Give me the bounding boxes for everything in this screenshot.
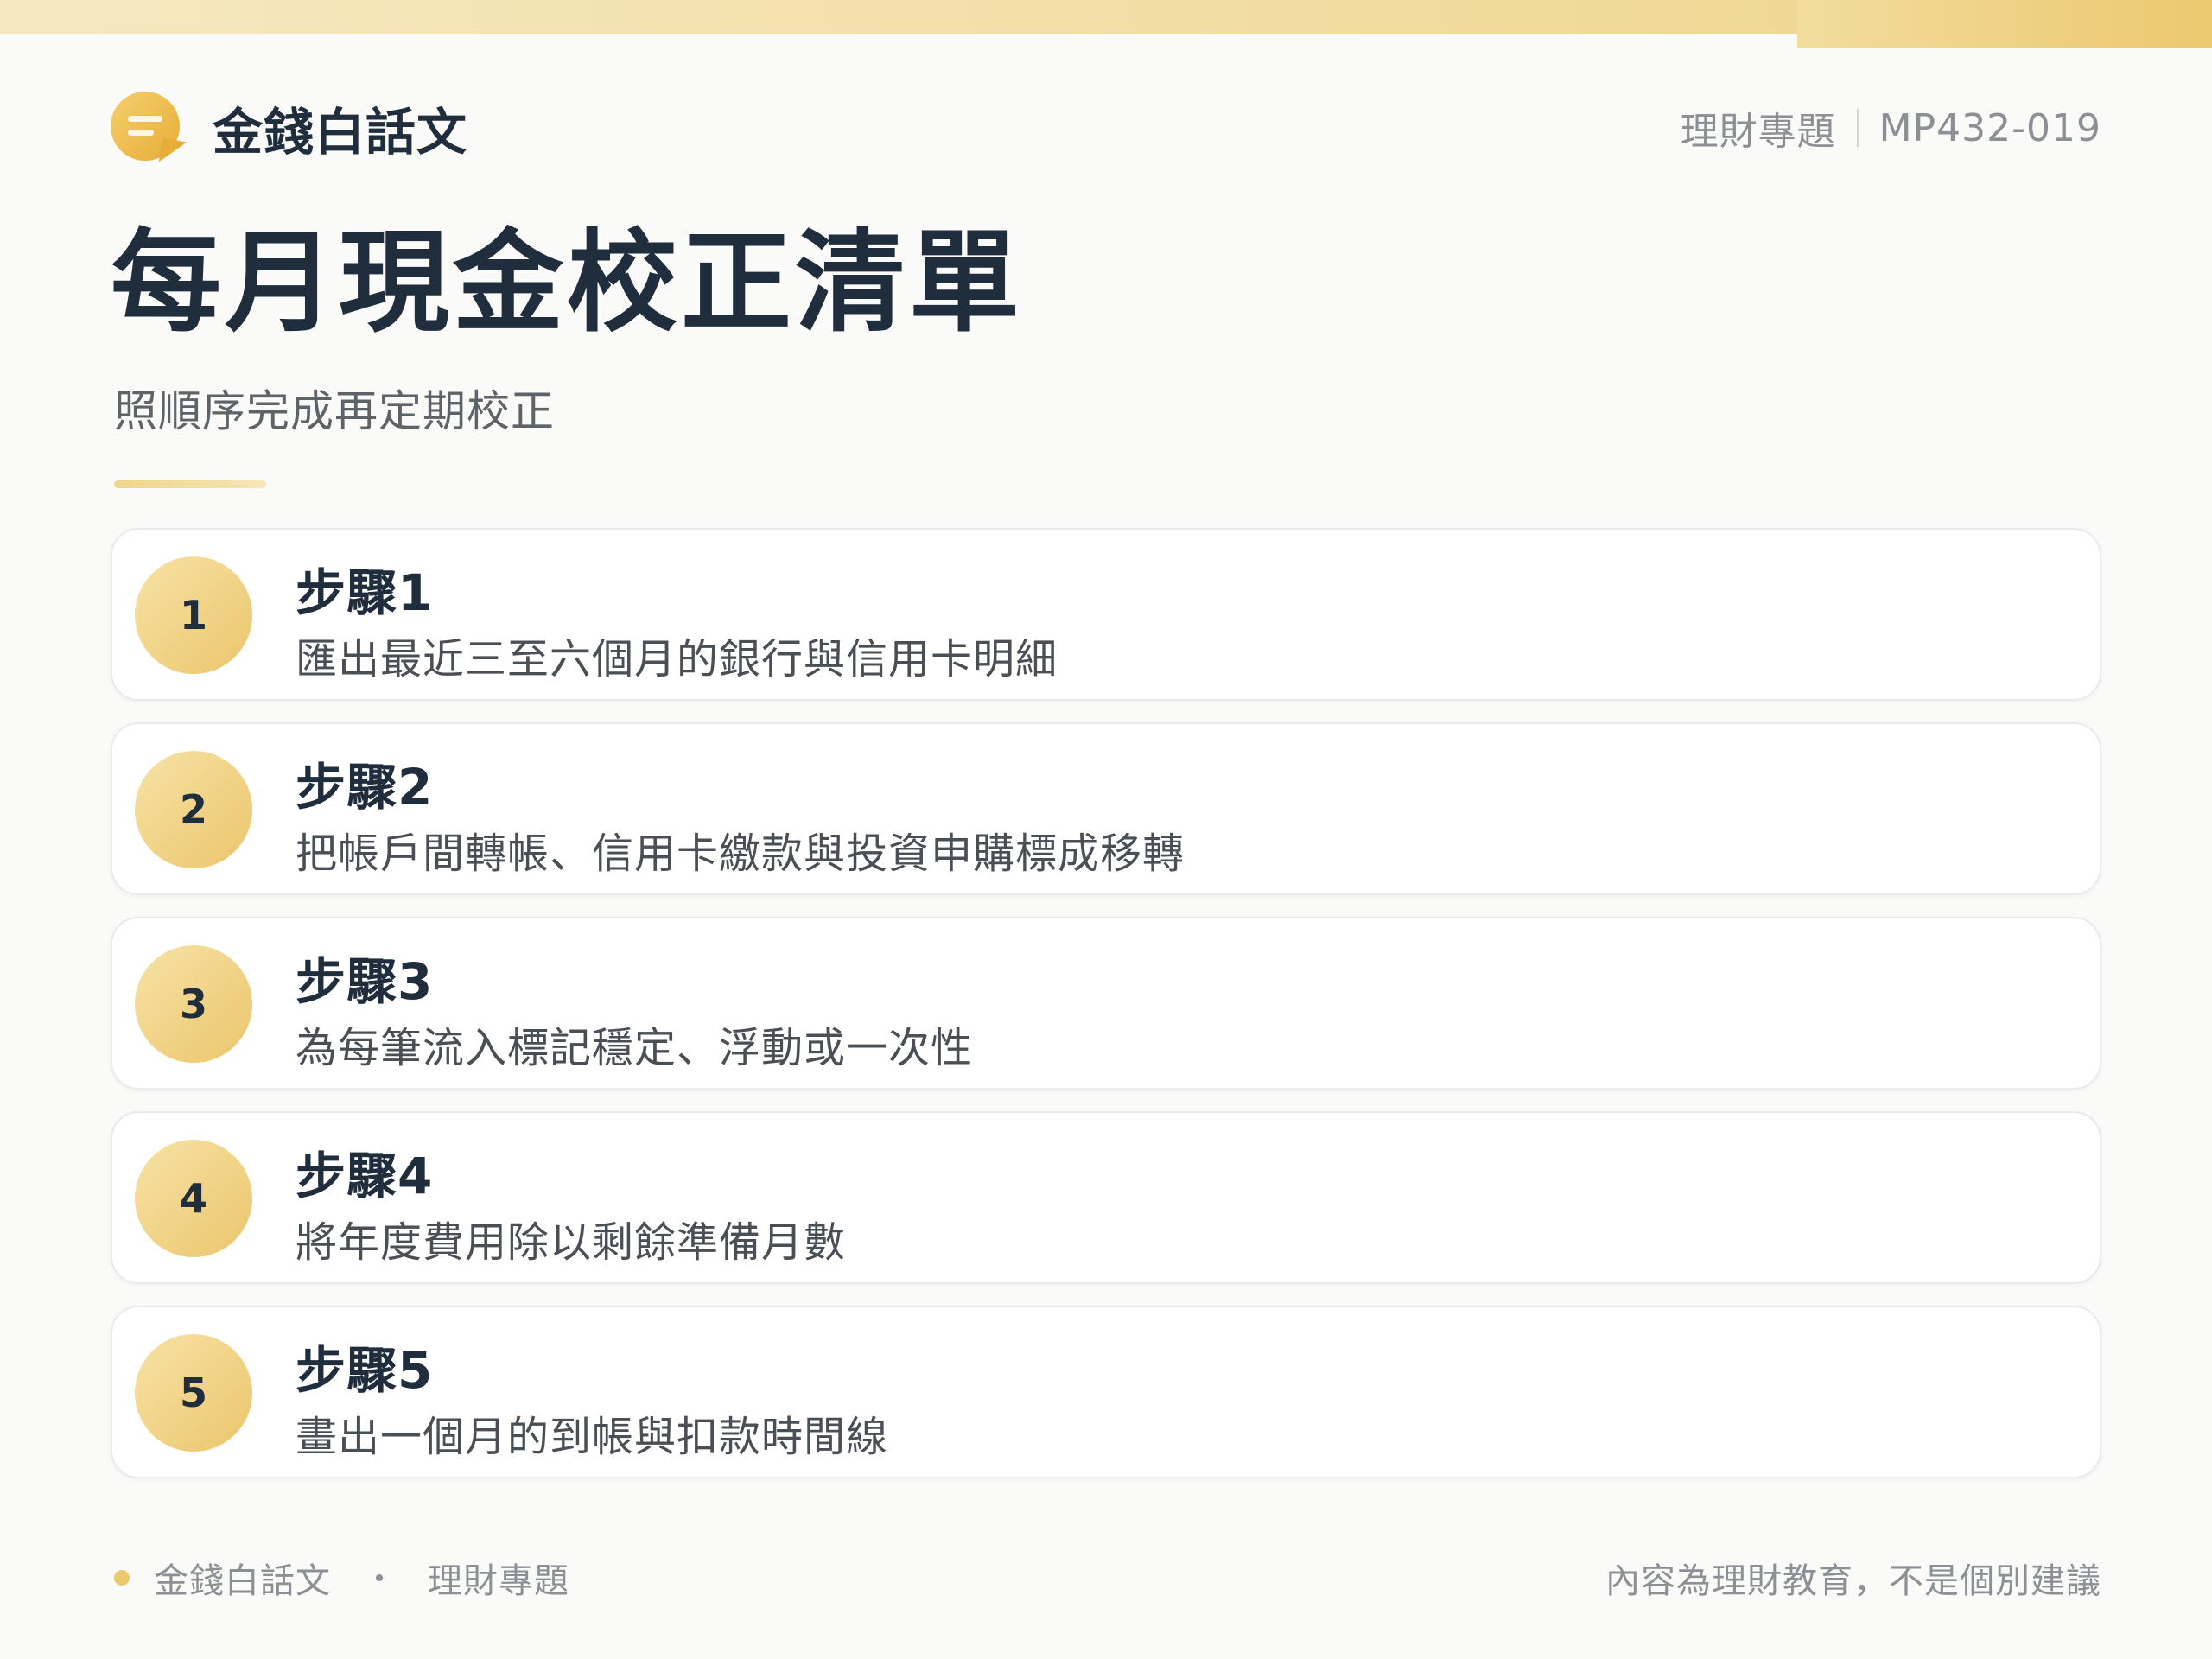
footer-disclaimer: 內容為理財教育，不是個別建議 — [1605, 1561, 2101, 1601]
step-number-badge: 5 — [135, 1334, 252, 1452]
step-card: 3 步驟3 為每筆流入標記穩定、浮動或一次性 — [111, 917, 2101, 1090]
footer-left: 金錢白話文 理財專題 — [114, 1553, 569, 1603]
steps-list: 1 步驟1 匯出最近三至六個月的銀行與信用卡明細 2 步驟2 把帳戶間轉帳、信用… — [111, 528, 2101, 1500]
header-divider — [1856, 109, 1859, 147]
step-title: 步驟1 — [296, 563, 434, 622]
page-header: 金錢白話文 理財專題 MP432-019 — [111, 92, 2101, 167]
footer-brand: 金錢白話文 — [154, 1561, 331, 1601]
step-number-badge: 2 — [135, 751, 252, 868]
footer-bullet-icon — [376, 1574, 383, 1581]
header-meta: 理財專題 MP432-019 — [1681, 100, 2101, 156]
page-subtitle: 照順序完成再定期校正 — [114, 386, 555, 436]
chat-bubble-icon — [111, 92, 188, 167]
page-footer: 金錢白話文 理財專題 內容為理財教育，不是個別建議 — [114, 1552, 2101, 1604]
step-description: 將年度費用除以剩餘準備月數 — [296, 1218, 847, 1267]
footer-category: 理財專題 — [428, 1561, 569, 1601]
step-description: 畫出一個月的到帳與扣款時間線 — [296, 1413, 889, 1461]
header-category: 理財專題 — [1680, 110, 1836, 154]
footer-dot-icon — [114, 1570, 130, 1586]
brand-name: 金錢白話文 — [213, 103, 468, 162]
step-title: 步驟2 — [296, 758, 434, 817]
step-title: 步驟4 — [296, 1147, 434, 1205]
step-number-badge: 3 — [135, 945, 252, 1063]
header-code: MP432-019 — [1878, 105, 2101, 150]
step-title: 步驟3 — [296, 952, 434, 1011]
step-title: 步驟5 — [296, 1341, 434, 1400]
step-number-badge: 4 — [135, 1140, 252, 1257]
brand: 金錢白話文 — [111, 92, 468, 167]
step-card: 5 步驟5 畫出一個月的到帳與扣款時間線 — [111, 1306, 2101, 1478]
step-card: 2 步驟2 把帳戶間轉帳、信用卡繳款與投資申購標成移轉 — [111, 722, 2101, 895]
step-card: 4 步驟4 將年度費用除以剩餘準備月數 — [111, 1111, 2101, 1284]
step-card: 1 步驟1 匯出最近三至六個月的銀行與信用卡明細 — [111, 528, 2101, 701]
step-description: 把帳戶間轉帳、信用卡繳款與投資申購標成移轉 — [296, 830, 1185, 878]
top-accent-bar-highlight — [1797, 0, 2212, 48]
step-number-badge: 1 — [135, 556, 252, 674]
step-description: 為每筆流入標記穩定、浮動或一次性 — [296, 1024, 974, 1072]
step-description: 匯出最近三至六個月的銀行與信用卡明細 — [296, 635, 1058, 683]
page-title: 每月現金校正清單 — [111, 219, 1024, 347]
title-underline — [114, 480, 266, 488]
